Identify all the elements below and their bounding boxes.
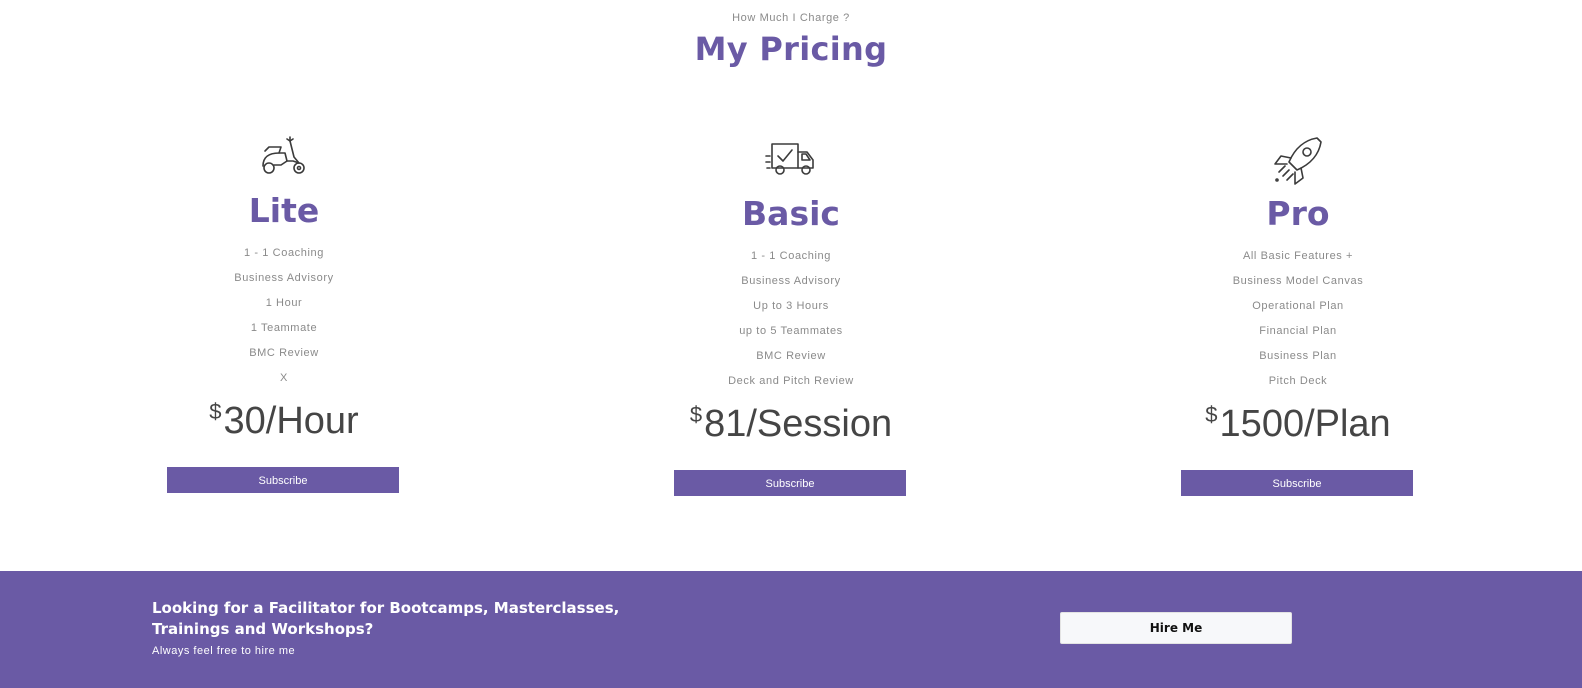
price-amount: 30/Hour	[223, 400, 359, 442]
plan-card-pro: Pro All Basic Features + Business Model …	[1181, 136, 1415, 496]
plan-card-basic: Basic 1 - 1 Coaching Business Advisory U…	[674, 136, 908, 496]
plan-price: $81/Session	[674, 402, 908, 446]
rocket-icon	[1181, 136, 1415, 186]
section-title: My Pricing	[694, 30, 888, 68]
feature-item: Deck and Pitch Review	[728, 375, 854, 387]
feature-list: 1 - 1 Coaching Business Advisory 1 Hour …	[167, 241, 401, 391]
pricing-page: How Much I Charge ? My Pricing Lite 1 - …	[0, 0, 1582, 688]
feature-list: 1 - 1 Coaching Business Advisory Up to 3…	[674, 244, 908, 394]
feature-item: All Basic Features +	[1242, 250, 1354, 262]
price-currency: $	[689, 402, 703, 427]
feature-item: Business Advisory	[741, 275, 841, 287]
delivery-truck-icon	[674, 136, 908, 186]
feature-item: Financial Plan	[1259, 325, 1337, 337]
feature-item: Operational Plan	[1252, 300, 1344, 312]
price-currency: $	[1205, 402, 1218, 427]
subscribe-button-lite[interactable]: Subscribe	[167, 467, 399, 493]
section-eyebrow: How Much I Charge ?	[732, 12, 850, 24]
cta-subtitle: Always feel free to hire me	[152, 645, 296, 657]
feature-list: All Basic Features + Business Model Canv…	[1181, 244, 1415, 394]
feature-item: 1 - 1 Coaching	[244, 247, 324, 259]
plan-name: Basic	[742, 194, 840, 233]
feature-item: 1 Hour	[265, 297, 303, 309]
plan-card-lite: Lite 1 - 1 Coaching Business Advisory 1 …	[167, 133, 401, 493]
feature-item: X	[280, 372, 288, 384]
scooter-icon	[167, 133, 401, 183]
feature-item: BMC Review	[756, 350, 826, 362]
feature-item: Up to 3 Hours	[753, 300, 829, 312]
subscribe-button-pro[interactable]: Subscribe	[1181, 470, 1413, 496]
hire-me-button[interactable]: Hire Me	[1060, 612, 1292, 644]
price-currency: $	[209, 399, 222, 424]
feature-item: Business Advisory	[234, 272, 334, 284]
feature-item: Business Model Canvas	[1232, 275, 1364, 287]
feature-item: 1 Teammate	[250, 322, 318, 334]
plan-name: Lite	[248, 191, 320, 230]
feature-item: 1 - 1 Coaching	[751, 250, 831, 262]
plan-price: $1500/Plan	[1181, 402, 1415, 446]
feature-item: up to 5 Teammates	[739, 325, 843, 337]
price-amount: 1500/Plan	[1219, 403, 1391, 445]
hire-cta-band: Looking for a Facilitator for Bootcamps,…	[0, 571, 1582, 688]
subscribe-button-basic[interactable]: Subscribe	[674, 470, 906, 496]
cta-title: Looking for a Facilitator for Bootcamps,…	[152, 599, 620, 638]
feature-item: Pitch Deck	[1268, 375, 1328, 387]
feature-item: BMC Review	[249, 347, 319, 359]
price-amount: 81/Session	[704, 403, 893, 445]
feature-item: Business Plan	[1259, 350, 1337, 362]
plan-name: Pro	[1266, 194, 1330, 233]
plan-price: $30/Hour	[167, 399, 401, 443]
